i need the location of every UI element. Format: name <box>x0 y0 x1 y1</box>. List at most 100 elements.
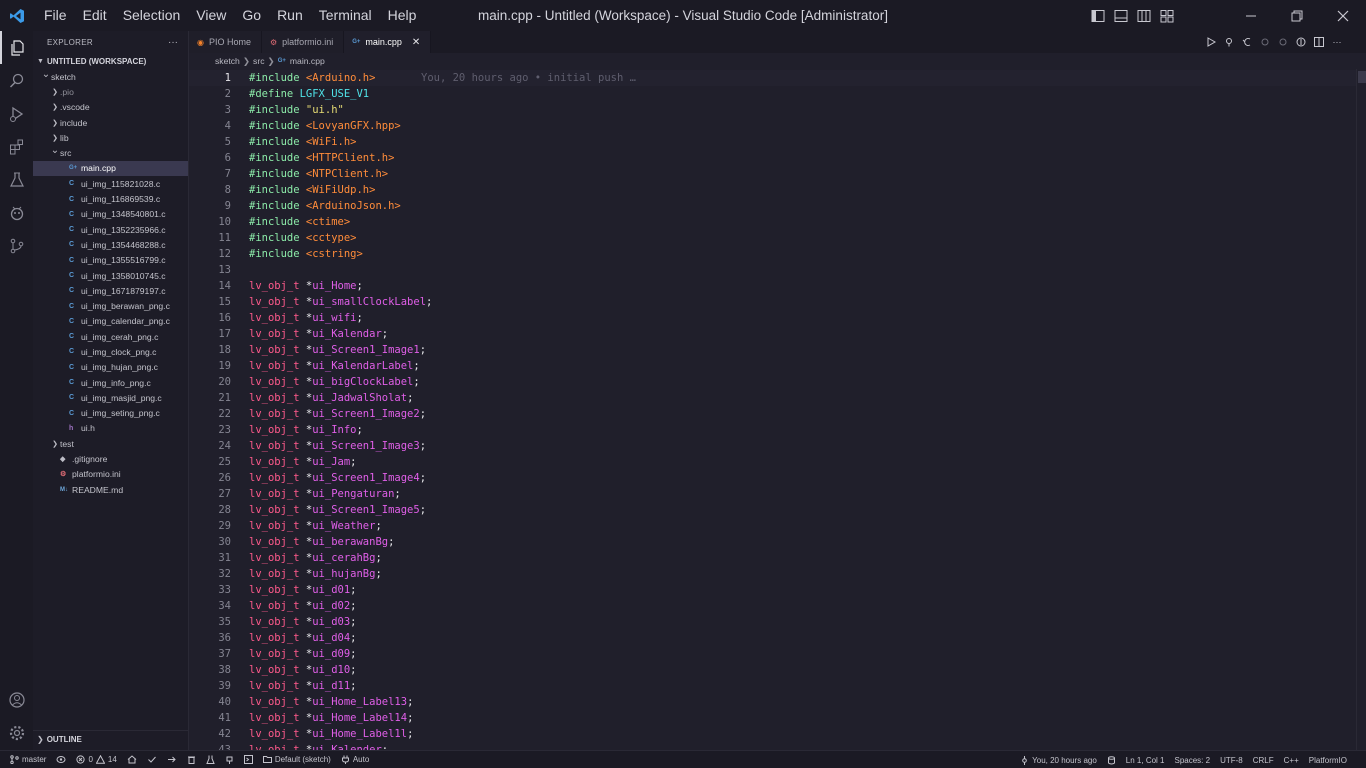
tree-file[interactable]: Cui_img_info_png.c <box>33 375 188 390</box>
tree-file[interactable]: Cui_img_hujan_png.c <box>33 360 188 375</box>
menu-help[interactable]: Help <box>380 0 425 31</box>
code-line[interactable]: 14 lv_obj_t *ui_Home; <box>189 278 1356 294</box>
code-line[interactable]: 10 #include <ctime> <box>189 214 1356 230</box>
code-line[interactable]: 22 lv_obj_t *ui_Screen1_Image2; <box>189 406 1356 422</box>
run-debug-icon[interactable] <box>0 97 33 130</box>
menu-run[interactable]: Run <box>269 0 311 31</box>
open-changes-icon[interactable] <box>1296 37 1306 47</box>
tree-file[interactable]: Cui_img_116869539.c <box>33 191 188 206</box>
tree-file[interactable]: Cui_img_clock_png.c <box>33 344 188 359</box>
code-line[interactable]: 13 <box>189 262 1356 278</box>
menu-edit[interactable]: Edit <box>75 0 115 31</box>
platformio-status[interactable]: PlatformIO <box>1304 756 1352 765</box>
menu-go[interactable]: Go <box>234 0 269 31</box>
tree-file[interactable]: M↓ README.md <box>33 482 188 497</box>
code-line[interactable]: 20 lv_obj_t *ui_bigClockLabel; <box>189 374 1356 390</box>
menu-file[interactable]: File <box>36 0 75 31</box>
tree-file[interactable]: ◆ .gitignore <box>33 451 188 466</box>
code-line[interactable]: 39 lv_obj_t *ui_d11; <box>189 678 1356 694</box>
code-line[interactable]: 17 lv_obj_t *ui_Kalendar; <box>189 326 1356 342</box>
code-line[interactable]: 9 #include <ArduinoJson.h> <box>189 198 1356 214</box>
breadcrumb-item[interactable]: sketch <box>215 56 240 66</box>
pio-home-icon[interactable] <box>122 755 142 764</box>
code-line[interactable]: 40 lv_obj_t *ui_Home_Label13; <box>189 694 1356 710</box>
tree-file[interactable]: Cui_img_1348540801.c <box>33 207 188 222</box>
source-control-icon[interactable] <box>0 229 33 262</box>
code-line[interactable]: 36 lv_obj_t *ui_d04; <box>189 630 1356 646</box>
code-line[interactable]: 35 lv_obj_t *ui_d03; <box>189 614 1356 630</box>
pio-build-check-icon[interactable] <box>142 755 162 764</box>
tree-folder[interactable]: ⌄ sketch <box>33 69 188 84</box>
restore-icon[interactable] <box>1274 0 1320 31</box>
tree-folder[interactable]: ❯ include <box>33 115 188 130</box>
outline-section-header[interactable]: ❯ OUTLINE <box>33 730 189 748</box>
code-line[interactable]: 12 #include <cstring> <box>189 246 1356 262</box>
tree-file[interactable]: Cui_img_cerah_png.c <box>33 329 188 344</box>
cursor-position[interactable]: Ln 1, Col 1 <box>1121 756 1170 765</box>
tree-folder[interactable]: ❯ .vscode <box>33 100 188 115</box>
code-line[interactable]: 32 lv_obj_t *ui_hujanBg; <box>189 566 1356 582</box>
close-window-icon[interactable] <box>1320 0 1366 31</box>
tree-file[interactable]: ⚙ platformio.ini <box>33 467 188 482</box>
testing-icon[interactable] <box>0 163 33 196</box>
code-line[interactable]: 2 #define LGFX_USE_V1 <box>189 86 1356 102</box>
code-line[interactable]: 16 lv_obj_t *ui_wifi; <box>189 310 1356 326</box>
pio-clean-trash-icon[interactable] <box>182 755 201 764</box>
code-line[interactable]: 6 #include <HTTPClient.h> <box>189 150 1356 166</box>
code-line[interactable]: 3 #include "ui.h" <box>189 102 1356 118</box>
tree-file[interactable]: Cui_img_calendar_png.c <box>33 314 188 329</box>
code-line[interactable]: 31 lv_obj_t *ui_cerahBg; <box>189 550 1356 566</box>
tree-folder[interactable]: ⌄ src <box>33 145 188 160</box>
code-line[interactable]: 30 lv_obj_t *ui_berawanBg; <box>189 534 1356 550</box>
tab-platformio-ini[interactable]: ⚙ platformio.ini <box>262 31 345 53</box>
tree-file[interactable]: h ui.h <box>33 421 188 436</box>
customize-layout-icon[interactable] <box>1157 6 1176 25</box>
manage-gear-icon[interactable] <box>0 716 33 749</box>
code-line[interactable]: 26 lv_obj_t *ui_Screen1_Image4; <box>189 470 1356 486</box>
branch-indicator[interactable]: master <box>0 755 51 764</box>
breadcrumb-item[interactable]: main.cpp <box>290 56 325 66</box>
prev-change-icon[interactable] <box>1260 37 1270 47</box>
pio-upload-arrow-icon[interactable] <box>162 755 182 764</box>
git-blame-status[interactable]: You, 20 hours ago <box>1015 755 1102 765</box>
tree-file[interactable]: Cui_img_masjid_png.c <box>33 390 188 405</box>
pio-serial-plug-icon[interactable] <box>220 755 239 764</box>
code-line[interactable]: 21 lv_obj_t *ui_JadwalSholat; <box>189 390 1356 406</box>
next-change-icon[interactable] <box>1278 37 1288 47</box>
minimize-icon[interactable] <box>1228 0 1274 31</box>
code-line[interactable]: 11 #include <cctype> <box>189 230 1356 246</box>
tree-file[interactable]: Cui_img_berawan_png.c <box>33 298 188 313</box>
tree-file[interactable]: Cui_img_1355516799.c <box>33 253 188 268</box>
tab-main-cpp[interactable]: G+ main.cpp ✕ <box>344 31 432 53</box>
tree-file[interactable]: Cui_img_1358010745.c <box>33 268 188 283</box>
code-line[interactable]: 7 #include <NTPClient.h> <box>189 166 1356 182</box>
close-tab-icon[interactable]: ✕ <box>412 37 420 48</box>
code-line[interactable]: 25 lv_obj_t *ui_Jam; <box>189 454 1356 470</box>
search-icon[interactable] <box>0 64 33 97</box>
project-env-selector[interactable]: Default (sketch) <box>258 755 336 764</box>
code-line[interactable]: 37 lv_obj_t *ui_d09; <box>189 646 1356 662</box>
tree-file[interactable]: Cui_img_1354468288.c <box>33 237 188 252</box>
code-line[interactable]: 28 lv_obj_t *ui_Screen1_Image5; <box>189 502 1356 518</box>
toggle-secondary-sidebar-icon[interactable] <box>1134 6 1153 25</box>
encoding[interactable]: UTF-8 <box>1215 756 1248 765</box>
extensions-icon[interactable] <box>0 130 33 163</box>
tree-file[interactable]: Cui_img_1671879197.c <box>33 283 188 298</box>
tree-file[interactable]: Cui_img_seting_png.c <box>33 406 188 421</box>
platformio-icon[interactable] <box>0 196 33 229</box>
breadcrumb-item[interactable]: src <box>253 56 264 66</box>
tree-folder[interactable]: ❯ .pio <box>33 84 188 99</box>
tree-file[interactable]: G+ main.cpp <box>33 160 188 177</box>
code-line[interactable]: 29 lv_obj_t *ui_Weather; <box>189 518 1356 534</box>
more-actions-icon[interactable]: ··· <box>168 37 178 48</box>
editor-scrollbar[interactable] <box>1356 69 1366 750</box>
toggle-primary-sidebar-icon[interactable] <box>1088 6 1107 25</box>
code-line[interactable]: 23 lv_obj_t *ui_Info; <box>189 422 1356 438</box>
tree-folder[interactable]: ❯ test <box>33 436 188 451</box>
code-line[interactable]: 41 lv_obj_t *ui_Home_Label14; <box>189 710 1356 726</box>
pio-build-icon[interactable] <box>1224 37 1234 47</box>
menu-terminal[interactable]: Terminal <box>311 0 380 31</box>
explorer-icon[interactable] <box>0 31 33 64</box>
end-of-line[interactable]: CRLF <box>1248 756 1279 765</box>
code-line[interactable]: 4 #include <LovyanGFX.hpp> <box>189 118 1356 134</box>
